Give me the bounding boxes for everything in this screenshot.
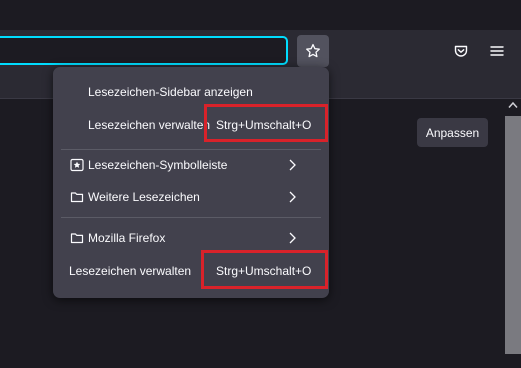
menu-item-label: Lesezeichen-Symbolleiste bbox=[88, 158, 228, 172]
hamburger-menu-icon bbox=[490, 46, 504, 56]
address-bar[interactable] bbox=[0, 36, 288, 65]
bookmark-menu-button[interactable] bbox=[297, 35, 329, 67]
menu-item-label: Mozilla Firefox bbox=[88, 231, 166, 245]
menu-item-bookmarks-toolbar[interactable]: Lesezeichen-Symbolleiste bbox=[61, 151, 321, 179]
menu-item-label: Lesezeichen-Sidebar anzeigen bbox=[88, 85, 253, 99]
chevron-up-icon bbox=[508, 101, 518, 108]
chevron-right-icon bbox=[289, 232, 296, 244]
menu-item-label: Lesezeichen verwalten bbox=[88, 118, 211, 132]
menu-item-label: Lesezeichen verwalten bbox=[69, 264, 192, 278]
bookmarks-toolbar-icon bbox=[70, 158, 84, 172]
menu-separator bbox=[61, 217, 321, 218]
window-titlebar bbox=[0, 0, 521, 30]
folder-icon bbox=[70, 192, 84, 203]
menu-item-mozilla-firefox[interactable]: Mozilla Firefox bbox=[61, 224, 321, 252]
chevron-right-icon bbox=[289, 191, 296, 203]
folder-icon bbox=[70, 233, 84, 244]
highlight-box bbox=[201, 250, 328, 289]
scroll-up-arrow[interactable] bbox=[505, 98, 521, 112]
menu-item-label: Weitere Lesezeichen bbox=[88, 190, 200, 204]
chevron-right-icon bbox=[289, 159, 296, 171]
menu-item-show-sidebar[interactable]: Lesezeichen-Sidebar anzeigen bbox=[61, 78, 321, 106]
scrollbar-thumb[interactable] bbox=[505, 116, 521, 354]
star-icon bbox=[306, 43, 320, 58]
bookmarks-menu-panel: Lesezeichen-Sidebar anzeigen Lesezeichen… bbox=[53, 67, 329, 298]
menu-item-other-bookmarks[interactable]: Weitere Lesezeichen bbox=[61, 183, 321, 211]
highlight-box bbox=[204, 104, 328, 142]
pocket-icon bbox=[454, 45, 468, 57]
pocket-button[interactable] bbox=[448, 38, 474, 64]
app-menu-button[interactable] bbox=[484, 38, 510, 64]
customize-button[interactable]: Anpassen bbox=[417, 118, 488, 147]
menu-separator bbox=[61, 149, 321, 150]
